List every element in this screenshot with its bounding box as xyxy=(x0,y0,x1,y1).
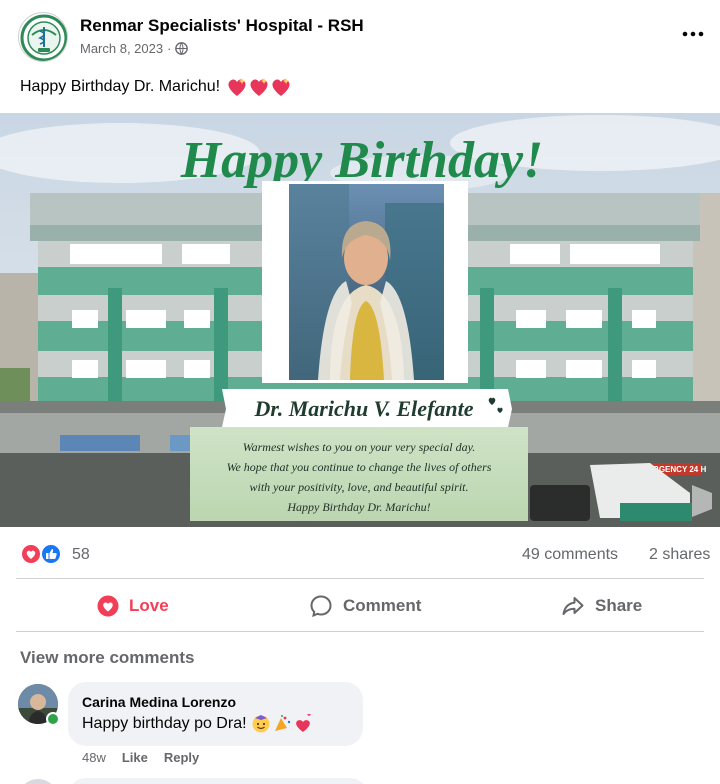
online-status-indicator xyxy=(46,712,60,726)
comment-actions: 48w Like Reply xyxy=(82,750,199,765)
comments-count[interactable]: 49 comments xyxy=(522,546,618,564)
shares-count[interactable]: 2 shares xyxy=(649,546,710,564)
more-options-button[interactable] xyxy=(678,22,708,46)
love-button[interactable]: Love xyxy=(97,584,169,628)
share-label: Share xyxy=(595,596,643,615)
commenter-name[interactable]: Carina Medina Lorenzo xyxy=(82,694,236,710)
view-more-comments[interactable]: View more comments xyxy=(20,648,194,668)
message-line-2: We hope that you continue to change the … xyxy=(227,460,492,474)
post-header: Renmar Specialists' Hospital - RSH March… xyxy=(0,0,720,70)
share-button[interactable]: Share xyxy=(561,584,642,628)
next-comment-bubble xyxy=(68,778,368,784)
sparkling-heart-emojis xyxy=(226,76,292,98)
birthday-greeting-graphic: EMERGENCY 24 H Happy Birthday! Dr. Maric… xyxy=(0,113,720,527)
comment-icon xyxy=(310,595,332,618)
share-icon xyxy=(562,597,584,615)
comment-like-button[interactable]: Like xyxy=(122,750,148,765)
more-dots-icon xyxy=(682,31,704,37)
greeting-headline: Happy Birthday! xyxy=(180,132,544,189)
hospital-logo xyxy=(20,14,67,61)
sparkling-heart-icon xyxy=(228,78,290,96)
next-commenter-avatar[interactable] xyxy=(18,779,58,784)
message-line-4: Happy Birthday Dr. Marichu! xyxy=(286,500,430,514)
action-bar: Love Comment Share xyxy=(0,584,720,628)
party-emojis-icon xyxy=(252,714,311,733)
reaction-icons[interactable] xyxy=(20,543,68,565)
post-meta: March 8, 2023 · xyxy=(80,41,189,56)
comment-time[interactable]: 48w xyxy=(82,750,106,765)
post-date[interactable]: March 8, 2023 xyxy=(80,41,163,56)
message-line-3: with your positivity, love, and beautifu… xyxy=(250,480,469,494)
reaction-count[interactable]: 58 xyxy=(72,546,90,564)
page-avatar[interactable] xyxy=(18,12,68,62)
message-line-1: Warmest wishes to you on your very speci… xyxy=(243,440,476,454)
doctor-name: Dr. Marichu V. Elefante xyxy=(253,396,473,421)
comment-bubble: Carina Medina Lorenzo Happy birthday po … xyxy=(68,682,363,746)
love-reaction-icon xyxy=(20,543,42,565)
post-text: Happy Birthday Dr. Marichu! xyxy=(20,76,292,98)
love-icon xyxy=(97,595,119,617)
post-message: Happy Birthday Dr. Marichu! xyxy=(20,78,221,95)
post-image[interactable]: EMERGENCY 24 H Happy Birthday! Dr. Maric… xyxy=(0,113,720,527)
meta-separator: · xyxy=(167,41,172,56)
comment-button[interactable]: Comment xyxy=(309,584,421,628)
comment-label: Comment xyxy=(343,596,422,615)
divider-bottom xyxy=(16,631,704,632)
divider-top xyxy=(16,578,704,579)
like-reaction-icon xyxy=(40,543,62,565)
love-label: Love xyxy=(129,596,169,615)
comment-reply-button[interactable]: Reply xyxy=(164,750,199,765)
globe-icon xyxy=(175,42,189,55)
comment-message: Happy birthday po Dra! xyxy=(82,715,247,732)
comment-text: Happy birthday po Dra! xyxy=(82,714,315,734)
reactions-summary: 58 49 comments 2 shares xyxy=(0,536,720,572)
page-name[interactable]: Renmar Specialists' Hospital - RSH xyxy=(80,16,364,36)
